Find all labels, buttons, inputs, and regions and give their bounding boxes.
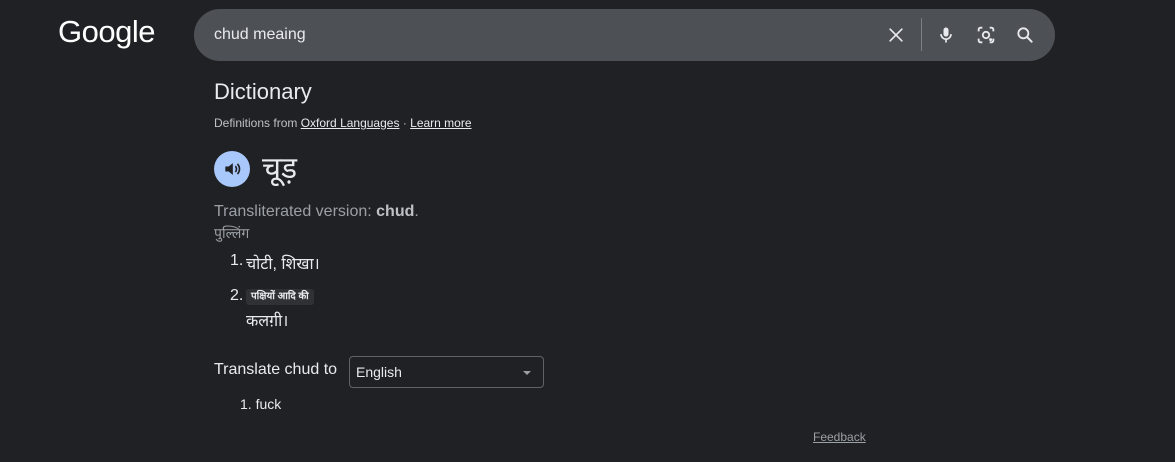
definition-list: 1. चोटी, शिखा। 2. पक्षियों आदि की कलग़ी। xyxy=(230,252,320,331)
oxford-languages-link[interactable]: Oxford Languages xyxy=(301,116,400,130)
pronunciation-button[interactable] xyxy=(214,151,250,187)
dictionary-title: Dictionary xyxy=(214,79,312,104)
search-icon[interactable] xyxy=(1013,23,1037,47)
headword: चूड़ xyxy=(262,152,298,185)
translit-prefix: Transliterated version: xyxy=(214,203,372,220)
selected-language: English xyxy=(356,364,402,380)
definition-text: कलग़ी। xyxy=(246,313,289,330)
search-bar[interactable] xyxy=(194,9,1055,61)
transliteration: Transliterated version: chud. xyxy=(214,203,419,221)
chevron-down-icon xyxy=(523,371,531,375)
clear-icon[interactable] xyxy=(884,23,908,47)
part-of-speech: पुल्लिंग xyxy=(214,225,250,241)
search-divider xyxy=(921,18,922,51)
translation-number: 1. xyxy=(240,396,252,412)
translit-suffix: . xyxy=(414,203,419,220)
definition-text: चोटी, शिखा। xyxy=(246,256,320,273)
learn-more-link[interactable]: Learn more xyxy=(410,116,471,130)
definition-source: Definitions from Oxford Languages · Lear… xyxy=(214,116,472,130)
search-input[interactable] xyxy=(214,23,854,47)
usage-tag: पक्षियों आदि की xyxy=(246,289,314,305)
google-logo[interactable]: Google xyxy=(58,14,155,50)
feedback-link[interactable]: Feedback xyxy=(813,430,866,444)
language-select[interactable]: English xyxy=(349,356,544,388)
lens-icon[interactable] xyxy=(974,23,998,47)
definition-item: 2. पक्षियों आदि की कलग़ी। xyxy=(230,286,320,331)
definition-number: 2. xyxy=(230,287,244,304)
source-separator: · xyxy=(402,116,407,130)
translation-result: 1. fuck xyxy=(240,396,281,412)
translation-text: fuck xyxy=(255,396,282,412)
speaker-icon xyxy=(225,163,241,175)
translit-word: chud xyxy=(376,203,415,220)
translate-label: Translate chud to xyxy=(214,361,338,378)
source-prefix: Definitions from xyxy=(214,116,298,130)
definition-item: 1. चोटी, शिखा। xyxy=(230,252,320,276)
mic-icon[interactable] xyxy=(934,23,958,47)
definition-number: 1. xyxy=(230,252,244,269)
